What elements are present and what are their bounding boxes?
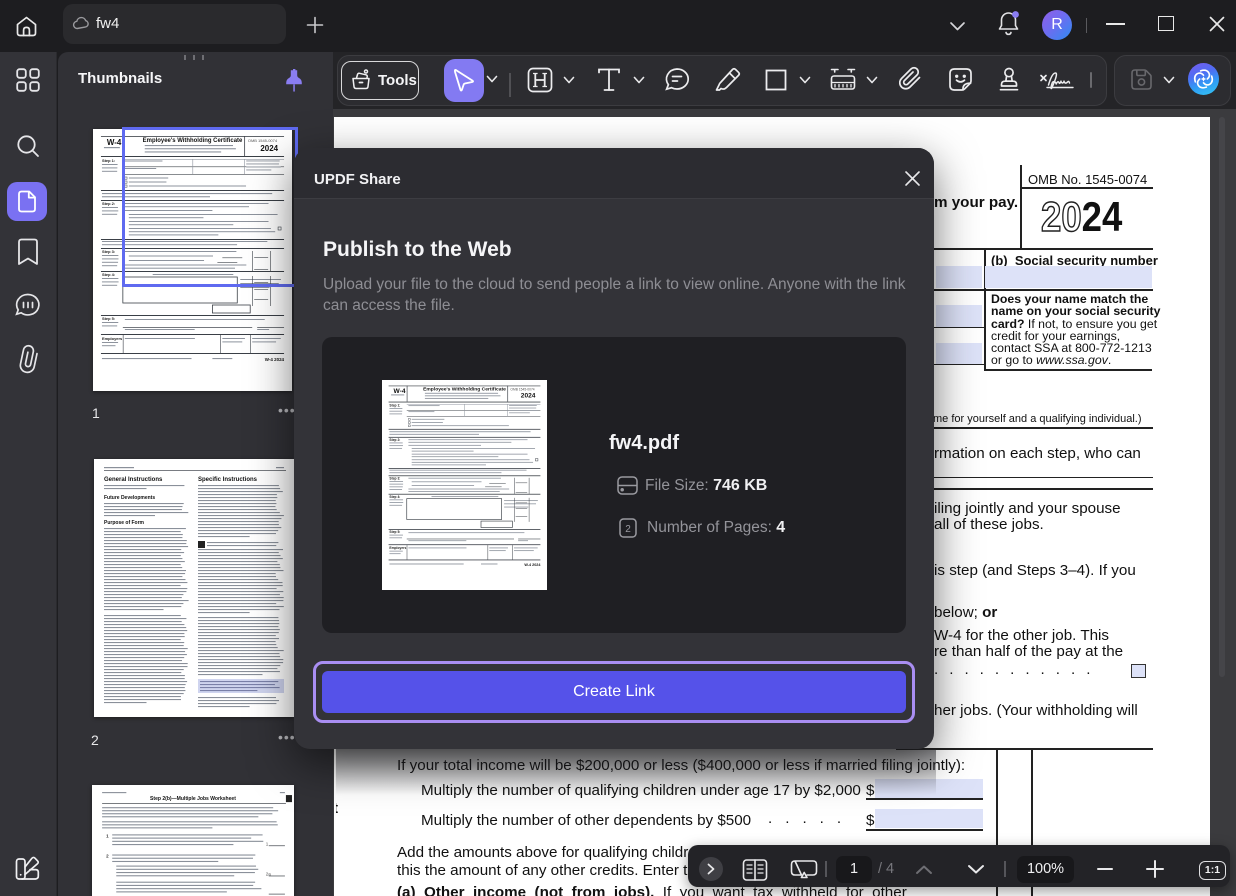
svg-text:Purpose of Form: Purpose of Form — [104, 520, 145, 526]
svg-text:2a: 2a — [266, 872, 272, 877]
svg-text:Step 2(b)—Multiple Jobs Worksh: Step 2(b)—Multiple Jobs Worksheet — [150, 796, 236, 802]
svg-text:Step 3:: Step 3: — [389, 476, 400, 480]
svg-text:Employers: Employers — [389, 546, 406, 550]
svg-text:Step 4:: Step 4: — [389, 495, 400, 499]
svg-text:OMB 1545-0074: OMB 1545-0074 — [510, 387, 534, 391]
svg-text:W-4: W-4 — [394, 388, 406, 395]
svg-text:Future Developments: Future Developments — [104, 495, 155, 501]
svg-text:W-4 2024: W-4 2024 — [524, 563, 541, 567]
svg-text:Step 5:: Step 5: — [389, 530, 400, 534]
svg-text:Specific Instructions: Specific Instructions — [198, 477, 258, 483]
svg-text:General Instructions: General Instructions — [104, 477, 163, 483]
svg-text:Employee's Withholding Certifi: Employee's Withholding Certificate — [423, 386, 506, 392]
svg-text:Step 4:: Step 4: — [102, 272, 115, 277]
svg-text:Employers: Employers — [102, 336, 123, 341]
svg-text:Step 2:: Step 2: — [389, 438, 400, 442]
svg-text:2: 2 — [625, 524, 631, 535]
svg-text:2024: 2024 — [521, 393, 536, 400]
svg-text:Step 5:: Step 5: — [102, 316, 115, 321]
svg-text:W-4 2024: W-4 2024 — [265, 357, 285, 362]
svg-text:Step 1:: Step 1: — [102, 158, 115, 163]
svg-text:Step 2:: Step 2: — [102, 201, 115, 206]
svg-text:Step 1:: Step 1: — [389, 403, 400, 407]
svg-text:W-4: W-4 — [107, 138, 122, 147]
svg-text:Step 3:: Step 3: — [102, 249, 115, 254]
